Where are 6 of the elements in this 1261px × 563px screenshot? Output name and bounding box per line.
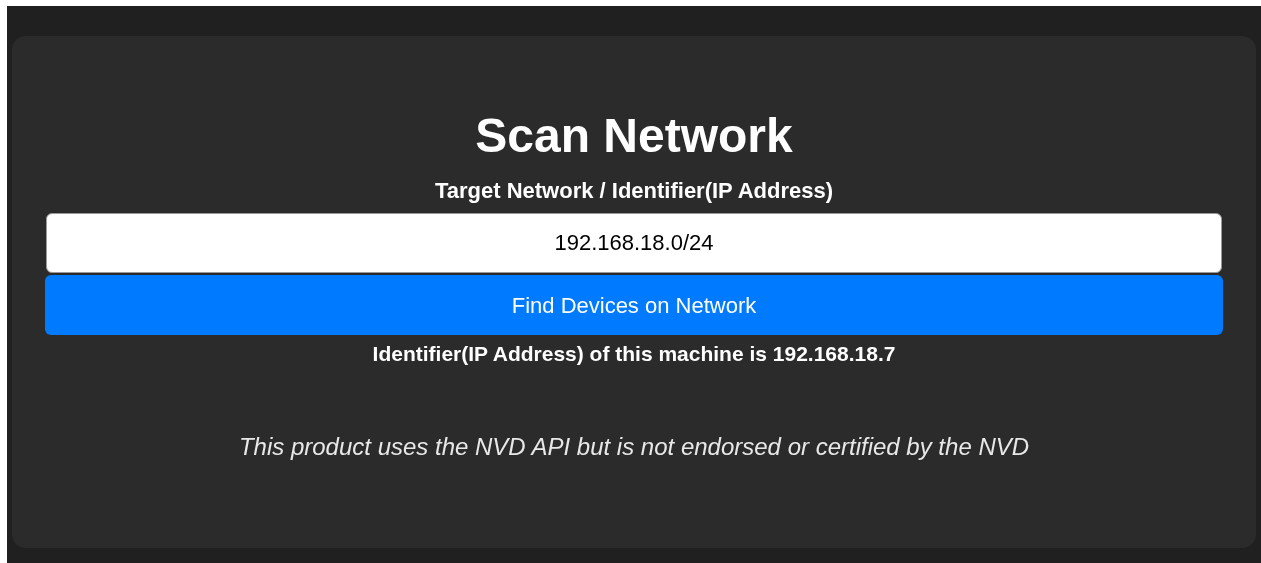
page-title: Scan Network	[475, 108, 793, 164]
find-devices-button[interactable]: Find Devices on Network	[45, 275, 1223, 335]
machine-address-text: Identifier(IP Address) of this machine is 192.168.18.7	[372, 341, 896, 367]
input-field[interactable]: 192.168.18.0/24	[46, 213, 1222, 273]
field-label: Target Network / Identifier(IP Address)	[434, 177, 834, 205]
disclaimer-text: This product uses the NVD API but is not endorsed or certified by the NVD	[238, 432, 1030, 462]
